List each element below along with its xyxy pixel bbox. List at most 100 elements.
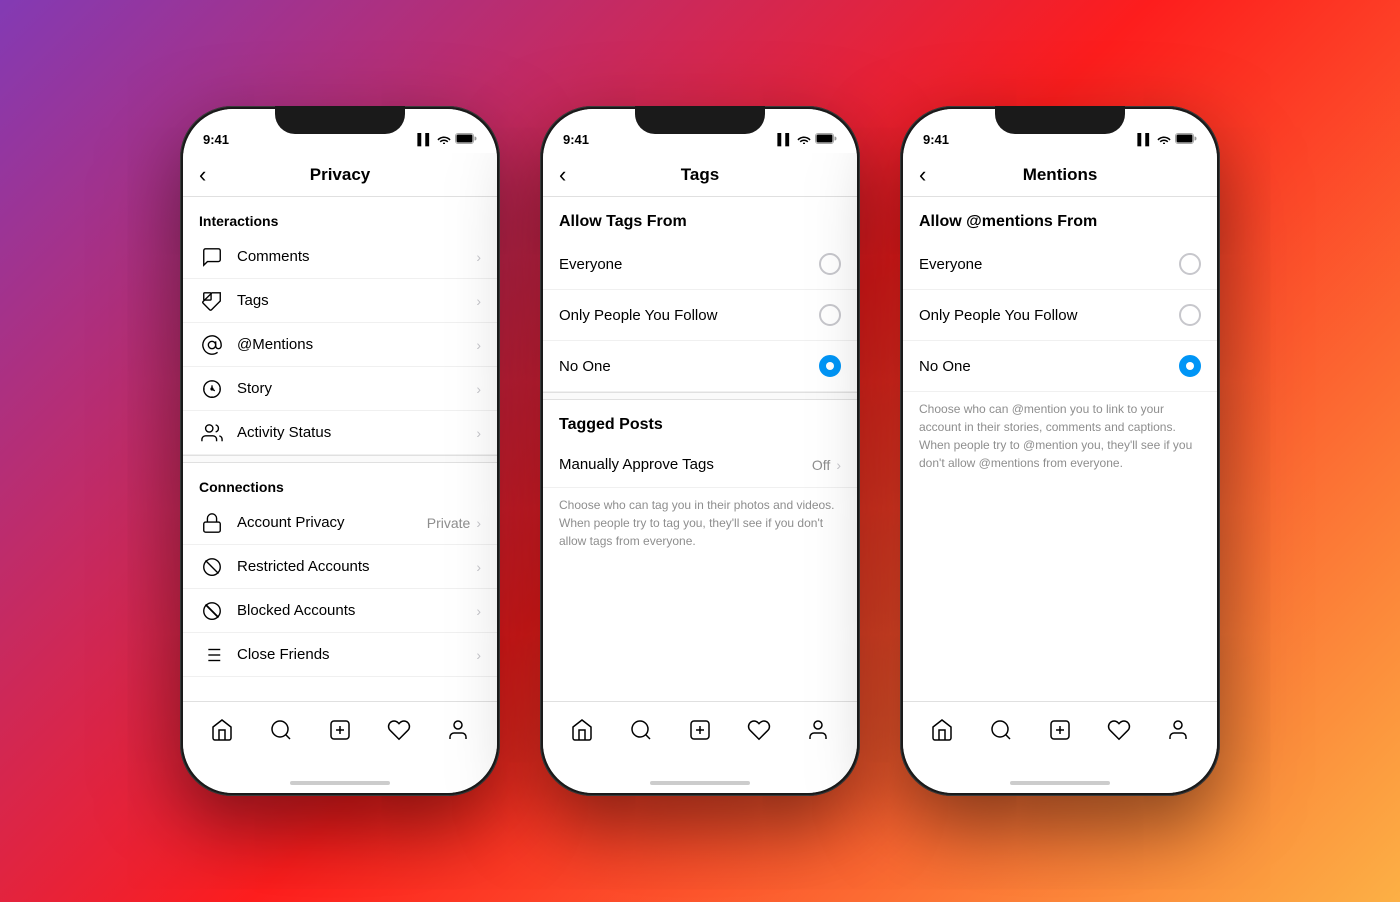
mentions-description: Choose who can @mention you to link to y… (903, 392, 1217, 488)
phone-mentions: 9:41 ▌▌ (900, 106, 1220, 796)
radio-everyone-tags[interactable]: Everyone (543, 239, 857, 290)
radio-btn-everyone-mentions[interactable] (1179, 253, 1201, 275)
restricted-label: Restricted Accounts (237, 558, 476, 575)
radio-follow-tags-label: Only People You Follow (559, 307, 819, 324)
status-time-mentions: 9:41 (923, 132, 949, 147)
list-item-comments[interactable]: Comments › (183, 235, 497, 279)
radio-noone-tags-label: No One (559, 358, 819, 375)
home-indicator-bar (290, 781, 390, 785)
phone-inner-tags: 9:41 ▌▌ (543, 109, 857, 793)
home-indicator-tags (543, 773, 857, 793)
nav-profile-mentions[interactable] (1158, 710, 1198, 750)
nav-bar-privacy: ‹ Privacy (183, 153, 497, 197)
nav-search-tags[interactable] (621, 710, 661, 750)
chevron-icon-friends: › (476, 647, 481, 663)
phone-tags-wrapper: 9:41 ▌▌ (540, 106, 860, 796)
tags-label: Tags (237, 292, 476, 309)
chevron-icon-account-privacy: › (476, 515, 481, 531)
radio-everyone-mentions[interactable]: Everyone (903, 239, 1217, 290)
allow-mentions-title: Allow @mentions From (903, 197, 1217, 239)
nav-search[interactable] (261, 710, 301, 750)
manually-approve-row[interactable]: Manually Approve Tags Off › (543, 442, 857, 488)
notch (275, 106, 405, 134)
nav-heart[interactable] (379, 710, 419, 750)
content-privacy: Interactions Comments › (183, 197, 497, 701)
friends-icon (199, 642, 225, 668)
wifi-icon (437, 134, 451, 147)
bottom-nav-tags (543, 701, 857, 773)
comments-label: Comments (237, 248, 476, 265)
status-icons: ▌▌ (417, 133, 477, 147)
nav-search-mentions[interactable] (981, 710, 1021, 750)
nav-profile[interactable] (438, 710, 478, 750)
section-header-interactions: Interactions (183, 197, 497, 235)
chevron-icon-activity: › (476, 425, 481, 441)
content-mentions: Allow @mentions From Everyone Only Peopl… (903, 197, 1217, 701)
radio-btn-everyone-tags[interactable] (819, 253, 841, 275)
radio-noone-mentions-label: No One (919, 358, 1179, 375)
phone-inner: 9:41 ▌▌ (183, 109, 497, 793)
list-item-account-privacy[interactable]: Account Privacy Private › (183, 501, 497, 545)
radio-btn-follow-mentions[interactable] (1179, 304, 1201, 326)
nav-title-tags: Tags (681, 165, 719, 185)
back-button-mentions[interactable]: ‹ (919, 162, 926, 188)
status-time-tags: 9:41 (563, 132, 589, 147)
nav-heart-mentions[interactable] (1099, 710, 1139, 750)
chevron-icon-approve: › (836, 457, 841, 473)
signal-icon-mentions: ▌▌ (1137, 134, 1153, 146)
manually-approve-value: Off (812, 457, 830, 473)
bottom-nav-mentions (903, 701, 1217, 773)
tagged-posts-title: Tagged Posts (543, 400, 857, 442)
back-button-tags[interactable]: ‹ (559, 162, 566, 188)
story-icon (199, 376, 225, 402)
list-item-restricted[interactable]: Restricted Accounts › (183, 545, 497, 589)
home-indicator-mentions (903, 773, 1217, 793)
nav-heart-tags[interactable] (739, 710, 779, 750)
signal-icon: ▌▌ (417, 134, 433, 146)
back-button[interactable]: ‹ (199, 162, 206, 188)
allow-tags-title: Allow Tags From (543, 197, 857, 239)
nav-bar-mentions: ‹ Mentions (903, 153, 1217, 197)
signal-icon-tags: ▌▌ (777, 134, 793, 146)
nav-home-mentions[interactable] (922, 710, 962, 750)
notch-tags (635, 106, 765, 134)
radio-everyone-mentions-label: Everyone (919, 256, 1179, 273)
notch-mentions (995, 106, 1125, 134)
nav-bar-tags: ‹ Tags (543, 153, 857, 197)
phone-privacy: 9:41 ▌▌ (180, 106, 500, 796)
radio-noone-mentions[interactable]: No One (903, 341, 1217, 392)
section-divider-tags (543, 392, 857, 400)
section-header-connections: Connections (183, 463, 497, 501)
radio-btn-noone-mentions[interactable] (1179, 355, 1201, 377)
section-divider (183, 455, 497, 463)
radio-follow-mentions-label: Only People You Follow (919, 307, 1179, 324)
status-icons-tags: ▌▌ (777, 133, 837, 147)
close-friends-label: Close Friends (237, 646, 476, 663)
nav-add-tags[interactable] (680, 710, 720, 750)
bottom-nav-privacy (183, 701, 497, 773)
nav-title-privacy: Privacy (310, 165, 371, 185)
activity-icon (199, 420, 225, 446)
list-item-tags[interactable]: Tags › (183, 279, 497, 323)
radio-everyone-tags-label: Everyone (559, 256, 819, 273)
chevron-icon-tags: › (476, 293, 481, 309)
mention-icon (199, 332, 225, 358)
nav-add-mentions[interactable] (1040, 710, 1080, 750)
nav-home[interactable] (202, 710, 242, 750)
status-icons-mentions: ▌▌ (1137, 133, 1197, 147)
radio-follow-mentions[interactable]: Only People You Follow (903, 290, 1217, 341)
home-indicator-bar-mentions (1010, 781, 1110, 785)
radio-btn-follow-tags[interactable] (819, 304, 841, 326)
nav-add[interactable] (320, 710, 360, 750)
chevron-icon-blocked: › (476, 603, 481, 619)
radio-btn-noone-tags[interactable] (819, 355, 841, 377)
nav-home-tags[interactable] (562, 710, 602, 750)
list-item-activity[interactable]: Activity Status › (183, 411, 497, 455)
list-item-close-friends[interactable]: Close Friends › (183, 633, 497, 677)
list-item-mentions[interactable]: @Mentions › (183, 323, 497, 367)
list-item-blocked[interactable]: Blocked Accounts › (183, 589, 497, 633)
radio-noone-tags[interactable]: No One (543, 341, 857, 392)
nav-profile-tags[interactable] (798, 710, 838, 750)
radio-follow-tags[interactable]: Only People You Follow (543, 290, 857, 341)
list-item-story[interactable]: Story › (183, 367, 497, 411)
